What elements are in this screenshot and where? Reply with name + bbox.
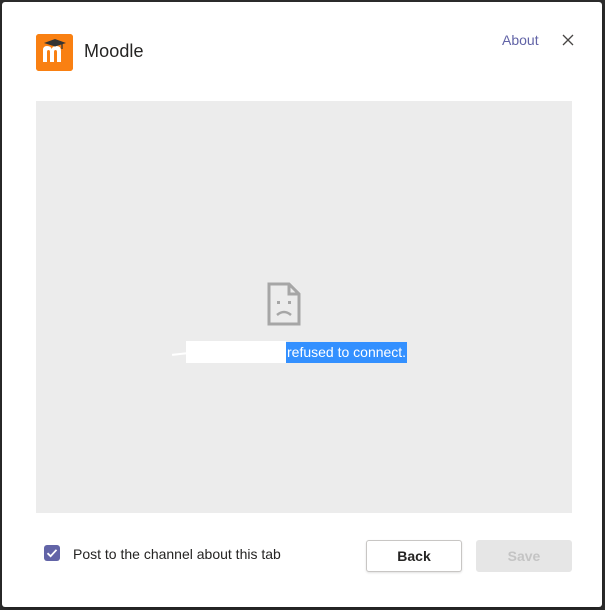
post-to-channel-checkbox[interactable] bbox=[44, 545, 60, 561]
about-link[interactable]: About bbox=[502, 32, 539, 48]
post-to-channel-label[interactable]: Post to the channel about this tab bbox=[73, 546, 281, 562]
dialog-footer: Post to the channel about this tab Back … bbox=[2, 532, 602, 582]
moodle-logo-icon bbox=[36, 34, 73, 71]
checkmark-icon bbox=[46, 549, 58, 558]
redacted-domain bbox=[186, 341, 286, 363]
close-icon bbox=[562, 34, 574, 46]
back-button[interactable]: Back bbox=[366, 540, 462, 572]
save-button[interactable]: Save bbox=[476, 540, 572, 572]
sad-page-icon bbox=[266, 281, 302, 327]
app-title: Moodle bbox=[84, 41, 144, 61]
connection-error-message: refused to connect. bbox=[186, 339, 408, 365]
app-config-dialog: Moodle About refused to connect. Post to… bbox=[2, 2, 602, 607]
close-button[interactable] bbox=[558, 30, 578, 50]
error-text: refused to connect. bbox=[286, 341, 408, 363]
embedded-content-frame: refused to connect. bbox=[36, 101, 572, 513]
